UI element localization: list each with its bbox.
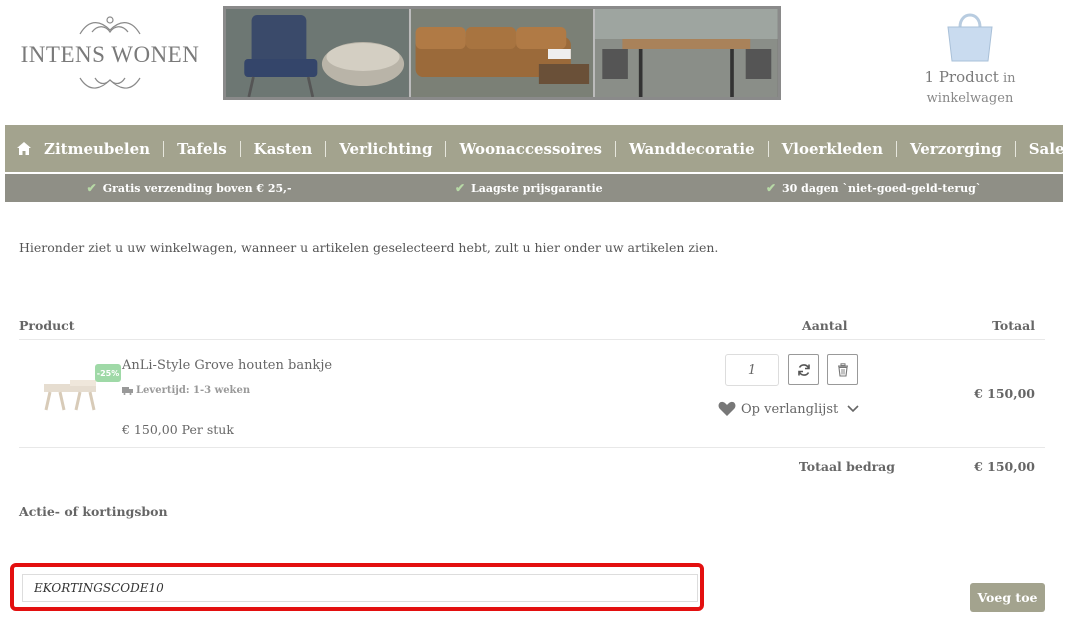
nav-item-woonaccessoires[interactable]: Woonaccessoires — [446, 140, 616, 157]
cart-intro-text: Hieronder ziet u uw winkelwagen, wanneer… — [19, 240, 719, 255]
quantity-input[interactable] — [725, 354, 779, 386]
total-label: Totaal bedrag — [798, 459, 895, 474]
usp-text: 30 dagen `niet-goed-geld-terug` — [782, 181, 982, 195]
product-name[interactable]: AnLi-Style Grove houten bankje — [122, 358, 332, 373]
banner-image-table — [595, 9, 779, 97]
truck-icon — [122, 386, 133, 395]
refresh-button[interactable] — [788, 354, 819, 385]
delivery-info: Levertijd: 1-3 weken — [122, 385, 250, 396]
logo[interactable]: INTENS WONEN — [20, 12, 200, 98]
divider — [19, 447, 1045, 448]
usp-text: Laagste prijsgarantie — [471, 181, 603, 195]
total-value: € 150,00 — [974, 459, 1035, 474]
nav-item-kasten[interactable]: Kasten — [241, 140, 327, 157]
chevron-down-icon — [847, 405, 859, 413]
cart-summary[interactable]: 1 Product in winkelwagen — [915, 5, 1025, 106]
cart-label: winkelwagen — [926, 91, 1014, 106]
usp-text: Gratis verzending boven € 25,- — [102, 181, 292, 195]
product-thumbnail[interactable] — [40, 370, 102, 414]
wishlist-toggle[interactable]: Op verlanglijst — [718, 401, 859, 417]
cart-suffix: in — [1002, 71, 1016, 86]
header-total: Totaal — [992, 318, 1035, 333]
trash-icon — [837, 362, 848, 377]
coupon-input[interactable] — [22, 574, 698, 602]
home-icon[interactable] — [17, 142, 31, 155]
nav-item-tafels[interactable]: Tafels — [164, 140, 241, 157]
divider — [19, 339, 1045, 340]
main-nav: Zitmeubelen Tafels Kasten Verlichting Wo… — [5, 125, 1065, 172]
coupon-highlight — [10, 563, 704, 611]
coupon-label: Actie- of kortingsbon — [19, 504, 168, 519]
check-icon: ✔ — [454, 181, 465, 195]
header-quantity: Aantal — [802, 318, 848, 333]
usp-item: ✔ 30 dagen `niet-goed-geld-terug` — [766, 181, 981, 195]
header-product: Product — [19, 318, 75, 333]
nav-item-verzorging[interactable]: Verzorging — [897, 140, 1016, 157]
banner-image-chair — [226, 9, 411, 97]
wishlist-label: Op verlanglijst — [741, 401, 839, 417]
usp-bar: ✔ Gratis verzending boven € 25,- ✔ Laagste… — [5, 174, 1063, 202]
logo-text: INTENS WONEN — [20, 42, 200, 67]
check-icon: ✔ — [86, 181, 97, 195]
check-icon: ✔ — [765, 181, 777, 195]
nav-item-zitmeubelen[interactable]: Zitmeubelen — [31, 140, 165, 157]
banner-image-sofa — [410, 9, 596, 97]
nav-item-verlichting[interactable]: Verlichting — [326, 140, 447, 157]
nav-item-vloerkleden[interactable]: Vloerkleden — [769, 140, 897, 157]
shopping-bag-icon — [947, 13, 993, 62]
nav-item-wanddecoratie[interactable]: Wanddecoratie — [616, 140, 769, 157]
heart-icon — [718, 401, 736, 416]
header-banner[interactable] — [223, 6, 781, 100]
delivery-text: Levertijd: 1-3 weken — [136, 385, 251, 396]
apply-coupon-button[interactable]: Voeg toe — [970, 583, 1045, 612]
row-total: € 150,00 — [974, 386, 1035, 401]
unit-price: € 150,00 Per stuk — [122, 422, 234, 437]
usp-item: ✔ Laagste prijsgarantie — [455, 181, 603, 195]
delete-button[interactable] — [827, 354, 858, 385]
nav-item-sale[interactable]: Sale — [1016, 141, 1069, 157]
site-header: INTENS WONEN 1 Product in winkelwagen — [0, 0, 1069, 125]
usp-item: ✔ Gratis verzending boven € 25,- — [87, 181, 292, 195]
refresh-icon — [797, 363, 810, 376]
cart-count: 1 Product — [924, 68, 999, 86]
discount-badge: -25% — [95, 364, 121, 382]
cart-count-text: 1 Product in winkelwagen — [915, 67, 1025, 109]
